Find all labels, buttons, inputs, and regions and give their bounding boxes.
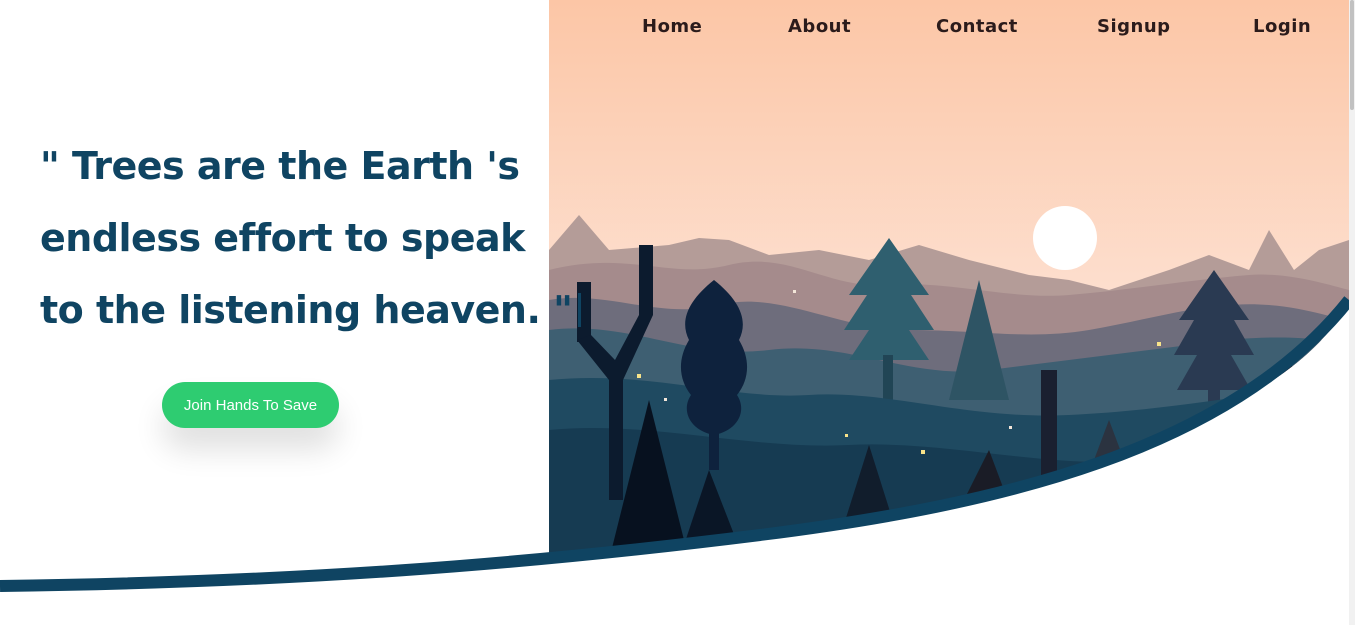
nav-link-contact[interactable]: Contact bbox=[936, 16, 1018, 37]
sun bbox=[1033, 206, 1097, 270]
quote-line-3: to the listening heaven. " bbox=[40, 274, 582, 346]
join-hands-button[interactable]: Join Hands To Save bbox=[162, 382, 339, 428]
main-nav: Home About Contact Signup Login bbox=[549, 0, 1349, 58]
nav-link-login[interactable]: Login bbox=[1253, 16, 1311, 37]
page-scrollbar[interactable] bbox=[1349, 0, 1355, 625]
scrollbar-thumb[interactable] bbox=[1350, 0, 1354, 110]
forest-illustration bbox=[549, 0, 1349, 560]
nav-link-about[interactable]: About bbox=[788, 16, 851, 37]
hero-quote: " Trees are the Earth 's endless effort … bbox=[40, 130, 582, 346]
quote-line-3-text: to the listening heaven. " bbox=[40, 288, 573, 332]
quote-line-1: " Trees are the Earth 's bbox=[40, 144, 520, 188]
typing-cursor bbox=[578, 293, 582, 327]
nav-link-home[interactable]: Home bbox=[642, 16, 702, 37]
quote-line-2: endless effort to speak bbox=[40, 216, 525, 260]
nav-link-signup[interactable]: Signup bbox=[1097, 16, 1171, 37]
